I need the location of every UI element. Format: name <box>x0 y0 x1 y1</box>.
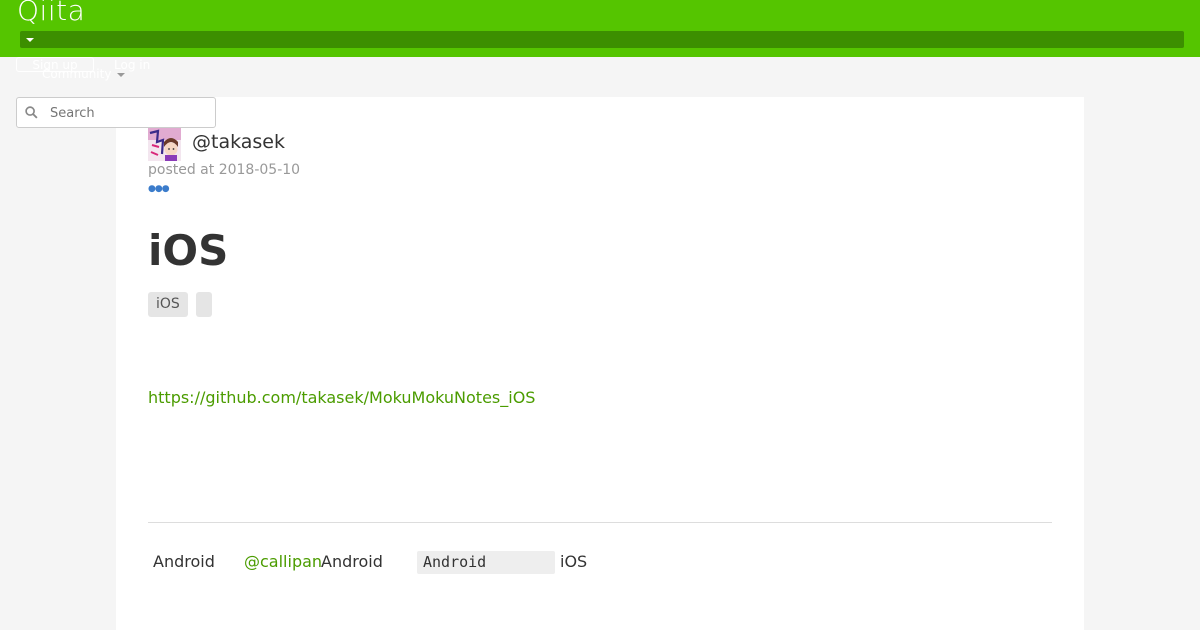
tag-ios[interactable]: iOS <box>148 292 188 317</box>
footer-text-android-2: Android <box>321 552 383 571</box>
tag-empty[interactable] <box>196 292 212 317</box>
more-options-icon[interactable]: ●●● <box>148 185 170 194</box>
section-divider <box>148 522 1052 523</box>
author-name[interactable]: @takasek <box>192 131 285 153</box>
footer-text-android: Android <box>153 552 215 571</box>
top-navbar: Qiita <box>0 0 1200 57</box>
github-repo-link[interactable]: https://github.com/takasek/MokuMokuNotes… <box>148 388 535 407</box>
search-icon <box>25 106 38 119</box>
caret-down-icon <box>26 38 34 42</box>
mention-link[interactable]: @callipan <box>244 551 322 573</box>
search-box[interactable] <box>16 97 216 129</box>
community-menu[interactable]: Community <box>42 67 111 81</box>
inline-code: Android <box>417 551 555 574</box>
qiita-logo[interactable]: Qiita <box>17 0 85 27</box>
chevron-down-icon <box>117 73 125 77</box>
menu-dropdown[interactable] <box>20 31 1184 48</box>
posted-date: posted at 2018-05-10 <box>148 162 301 178</box>
login-link[interactable]: Log in <box>114 58 150 73</box>
user-avatar[interactable] <box>148 128 181 161</box>
article-title: iOS <box>148 226 229 275</box>
search-input[interactable] <box>48 98 212 129</box>
footer-text-ios: iOS <box>560 552 588 571</box>
